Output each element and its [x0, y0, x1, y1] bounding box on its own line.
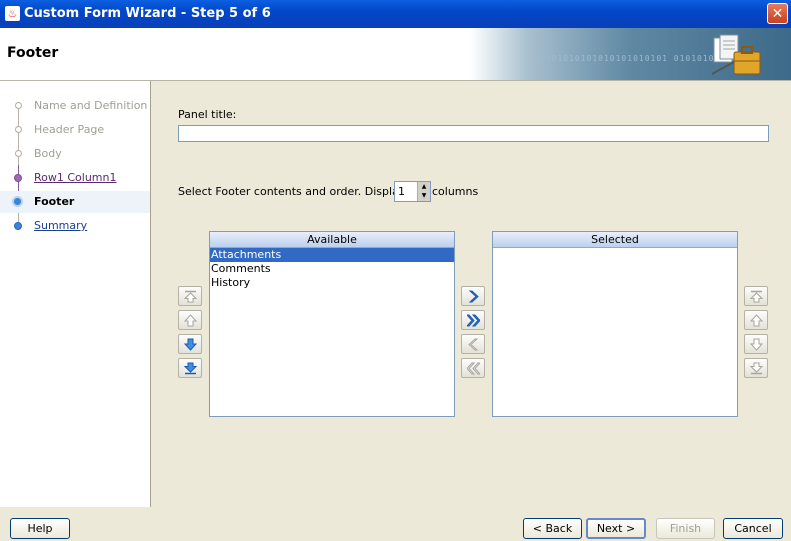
- nav-step-label: Body: [34, 147, 62, 160]
- double-chevron-right-icon: [467, 314, 480, 327]
- chevron-left-icon: [468, 338, 479, 351]
- selected-move-down-button[interactable]: [744, 334, 768, 354]
- remove-button[interactable]: [461, 334, 485, 354]
- spinner-up-icon[interactable]: ▲: [418, 182, 430, 191]
- move-to-bottom-button[interactable]: [178, 358, 202, 378]
- step-dot-icon: [14, 222, 22, 230]
- add-all-button[interactable]: [461, 310, 485, 330]
- back-button[interactable]: < Back: [523, 518, 582, 539]
- spinner-down-icon[interactable]: ▼: [418, 191, 430, 200]
- finish-button[interactable]: Finish: [656, 518, 715, 539]
- double-chevron-left-icon: [467, 362, 480, 375]
- selected-list-header: Selected: [493, 232, 737, 248]
- columns-value[interactable]: 1: [398, 185, 405, 198]
- nav-step-link[interactable]: Summary: [34, 219, 87, 232]
- available-list-header: Available: [210, 232, 454, 248]
- next-button[interactable]: Next >: [586, 518, 646, 539]
- current-step-icon: [12, 196, 23, 207]
- spinner-arrows[interactable]: ▲ ▼: [417, 182, 430, 201]
- move-to-bottom-icon: [184, 362, 197, 375]
- step-dot-icon: [14, 174, 22, 182]
- move-to-top-icon: [750, 290, 763, 303]
- list-item[interactable]: History: [210, 276, 454, 290]
- list-item[interactable]: Comments: [210, 262, 454, 276]
- banner-binary-text: 0101010101010101010101 01010101010: [540, 54, 738, 63]
- nav-step-summary[interactable]: Summary: [0, 215, 150, 237]
- close-icon[interactable]: ✕: [767, 3, 788, 24]
- nav-step-footer: Footer: [0, 191, 150, 213]
- selected-move-up-button[interactable]: [744, 310, 768, 330]
- nav-step-link[interactable]: Row1 Column1: [34, 171, 117, 184]
- window-title-bar: ♨ Custom Form Wizard - Step 5 of 6 ✕: [0, 0, 791, 28]
- window-title: Custom Form Wizard - Step 5 of 6: [24, 6, 271, 21]
- nav-step-header-page: Header Page: [0, 119, 150, 141]
- wizard-step-navigator: Name and Definition Header Page Body Row…: [0, 81, 151, 507]
- nav-step-row1-column1[interactable]: Row1 Column1: [0, 167, 150, 189]
- step-dot-icon: [15, 150, 22, 157]
- wizard-briefcase-icon: [712, 34, 761, 75]
- help-button[interactable]: Help: [10, 518, 70, 539]
- list-item[interactable]: Attachments: [210, 248, 454, 262]
- java-app-icon: ♨: [5, 6, 20, 21]
- move-to-top-icon: [184, 290, 197, 303]
- move-down-icon: [750, 338, 763, 351]
- selected-move-to-bottom-button[interactable]: [744, 358, 768, 378]
- wizard-content: Panel title: Select Footer contents and …: [160, 81, 791, 507]
- step-heading: Footer: [7, 45, 59, 61]
- panel-title-label: Panel title:: [178, 108, 237, 121]
- nav-step-body: Body: [0, 143, 150, 165]
- chevron-right-icon: [468, 290, 479, 303]
- nav-step-label: Footer: [34, 195, 75, 208]
- wizard-header: Footer 0101010101010101010101 0101010101…: [0, 28, 791, 81]
- select-contents-label: Select Footer contents and order. Displa…: [178, 185, 419, 198]
- move-up-icon: [750, 314, 763, 327]
- add-button[interactable]: [461, 286, 485, 306]
- move-up-icon: [184, 314, 197, 327]
- move-up-button[interactable]: [178, 310, 202, 330]
- remove-all-button[interactable]: [461, 358, 485, 378]
- wizard-button-bar: Help < Back Next > Finish Cancel: [0, 508, 791, 541]
- move-to-top-button[interactable]: [178, 286, 202, 306]
- step-dot-icon: [15, 126, 22, 133]
- columns-label: columns: [432, 185, 479, 198]
- move-down-button[interactable]: [178, 334, 202, 354]
- step-dot-icon: [15, 102, 22, 109]
- available-list[interactable]: Available Attachments Comments History: [209, 231, 455, 417]
- nav-step-label: Name and Definition: [34, 99, 148, 112]
- selected-move-to-top-button[interactable]: [744, 286, 768, 306]
- move-to-bottom-icon: [750, 362, 763, 375]
- columns-spinner[interactable]: 1 ▲ ▼: [394, 181, 431, 202]
- move-down-icon: [184, 338, 197, 351]
- nav-step-label: Header Page: [34, 123, 105, 136]
- selected-list[interactable]: Selected: [492, 231, 738, 417]
- panel-title-input[interactable]: [178, 125, 769, 142]
- nav-step-name-and-definition: Name and Definition: [0, 95, 150, 117]
- cancel-button[interactable]: Cancel: [723, 518, 783, 539]
